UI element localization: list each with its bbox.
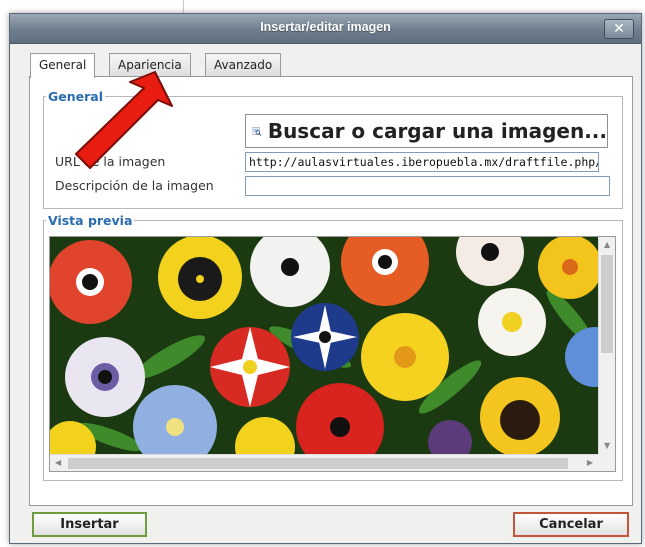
tab-avanzado[interactable]: Avanzado xyxy=(205,53,282,77)
description-field[interactable] xyxy=(245,176,610,196)
tab-panel-general: General Buscar o cargar una imagen... UR… xyxy=(29,76,633,506)
horizontal-scroll-thumb[interactable] xyxy=(68,458,568,469)
tab-apariencia[interactable]: Apariencia xyxy=(109,53,191,77)
image-preview: ▲ ▼ ◀ ▶ xyxy=(49,236,616,472)
browse-image-button[interactable]: Buscar o cargar una imagen... xyxy=(245,114,608,148)
preview-horizontal-scrollbar[interactable]: ◀ ▶ xyxy=(50,454,598,471)
preview-fieldset: Vista previa ▲ ▼ ◀ ▶ xyxy=(43,213,623,481)
general-legend: General xyxy=(48,89,103,104)
general-fieldset: General Buscar o cargar una imagen... UR… xyxy=(43,89,623,209)
preview-vertical-scrollbar[interactable]: ▲ ▼ xyxy=(598,237,615,454)
preview-legend: Vista previa xyxy=(48,213,133,228)
url-label: URL de la imagen xyxy=(55,154,166,169)
tab-general[interactable]: General xyxy=(30,53,96,78)
scroll-up-icon[interactable]: ▲ xyxy=(604,241,610,249)
url-field[interactable]: http://aulasvirtuales.iberopuebla.mx/dra… xyxy=(245,152,599,172)
dialog-title: Insertar/editar imagen xyxy=(260,20,391,34)
scroll-down-icon[interactable]: ▼ xyxy=(604,442,610,450)
scroll-right-icon[interactable]: ▶ xyxy=(587,459,593,467)
scroll-corner xyxy=(598,454,615,471)
browse-button-label: Buscar o cargar una imagen... xyxy=(267,119,607,143)
background-divider xyxy=(183,0,184,13)
vertical-scroll-thumb[interactable] xyxy=(601,255,613,353)
close-button[interactable]: ✕ xyxy=(604,19,634,39)
image-search-icon xyxy=(252,127,262,136)
insert-button[interactable]: Insertar xyxy=(32,512,147,537)
insert-image-dialog: Insertar/editar imagen ✕ General Aparien… xyxy=(9,13,642,544)
flower-image xyxy=(50,237,600,456)
cancel-button[interactable]: Cancelar xyxy=(513,512,629,537)
description-label: Descripción de la imagen xyxy=(55,178,214,193)
scroll-left-icon[interactable]: ◀ xyxy=(55,459,61,467)
dialog-titlebar[interactable]: Insertar/editar imagen ✕ xyxy=(10,14,641,44)
